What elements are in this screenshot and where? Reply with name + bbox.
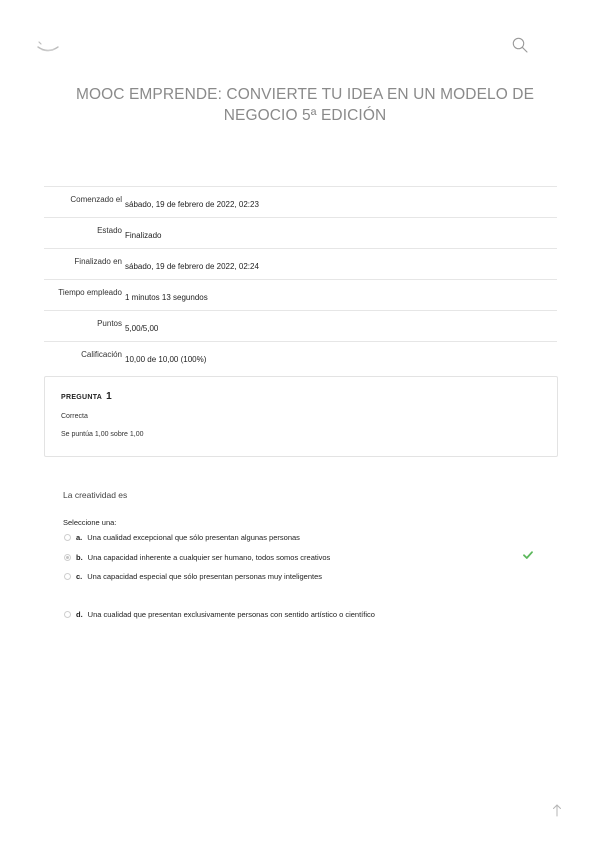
arrow-up-icon[interactable] (552, 803, 562, 817)
answer-option-b[interactable]: b. Una capacidad inherente a cualquier s… (64, 553, 330, 562)
answer-letter: a. (76, 533, 83, 542)
question-title-prefix: PREGUNTA (61, 394, 102, 401)
answer-letter: b. (76, 553, 83, 562)
summary-value: 10,00 de 10,00 (100%) (125, 355, 207, 364)
summary-label: Estado (97, 226, 122, 235)
answer-letter: d. (76, 610, 83, 619)
radio-button[interactable] (64, 611, 71, 618)
answer-text: Una cualidad excepcional que sólo presen… (87, 533, 300, 542)
course-title: MOOC EMPRENDE: CONVIERTE TU IDEA EN UN M… (75, 86, 535, 124)
summary-row-grade: Calificación 10,00 de 10,00 (100%) (44, 342, 557, 372)
summary-row-points: Puntos 5,00/5,00 (44, 311, 557, 342)
answer-prompt: Seleccione una: (63, 518, 117, 527)
summary-row-finished: Finalizado en sábado, 19 de febrero de 2… (44, 249, 557, 280)
question-grade: Se puntúa 1,00 sobre 1,00 (61, 431, 144, 438)
summary-value: sábado, 19 de febrero de 2022, 02:24 (125, 262, 259, 271)
summary-row-started: Comenzado el sábado, 19 de febrero de 20… (44, 187, 557, 218)
radio-button[interactable] (64, 534, 71, 541)
question-title: PREGUNTA 1 (61, 391, 112, 402)
check-icon (523, 551, 533, 559)
summary-row-state: Estado Finalizado (44, 218, 557, 249)
summary-label: Puntos (97, 319, 122, 328)
summary-value: Finalizado (125, 231, 162, 240)
summary-value: 1 minutos 13 segundos (125, 293, 208, 302)
search-icon[interactable] (511, 36, 529, 54)
answer-text: Una capacidad especial que sólo presenta… (87, 572, 322, 581)
answer-text: Una capacidad inherente a cualquier ser … (87, 553, 331, 562)
question-info-box: PREGUNTA 1 Correcta Se puntúa 1,00 sobre… (44, 376, 558, 457)
radio-button-selected[interactable] (64, 554, 71, 561)
summary-value: 5,00/5,00 (125, 324, 159, 333)
answer-option-c[interactable]: c. Una capacidad especial que sólo prese… (64, 572, 322, 581)
answer-option-d[interactable]: d. Una cualidad que presentan exclusivam… (64, 610, 375, 619)
question-text: La creatividad es (63, 490, 128, 500)
radio-button[interactable] (64, 573, 71, 580)
summary-value: sábado, 19 de febrero de 2022, 02:23 (125, 200, 259, 209)
question-status: Correcta (61, 413, 88, 420)
answer-letter: c. (76, 572, 83, 581)
answer-text: Una cualidad que presentan exclusivament… (87, 610, 375, 619)
question-number: 1 (106, 391, 113, 402)
answer-option-a[interactable]: a. Una cualidad excepcional que sólo pre… (64, 533, 300, 542)
summary-label: Tiempo empleado (58, 288, 122, 297)
smile-logo-icon[interactable] (36, 38, 60, 54)
summary-label: Comenzado el (70, 195, 122, 204)
summary-label: Finalizado en (74, 257, 122, 266)
summary-row-time-taken: Tiempo empleado 1 minutos 13 segundos (44, 280, 557, 311)
attempt-summary-table: Comenzado el sábado, 19 de febrero de 20… (44, 186, 557, 372)
summary-label: Calificación (81, 350, 122, 359)
